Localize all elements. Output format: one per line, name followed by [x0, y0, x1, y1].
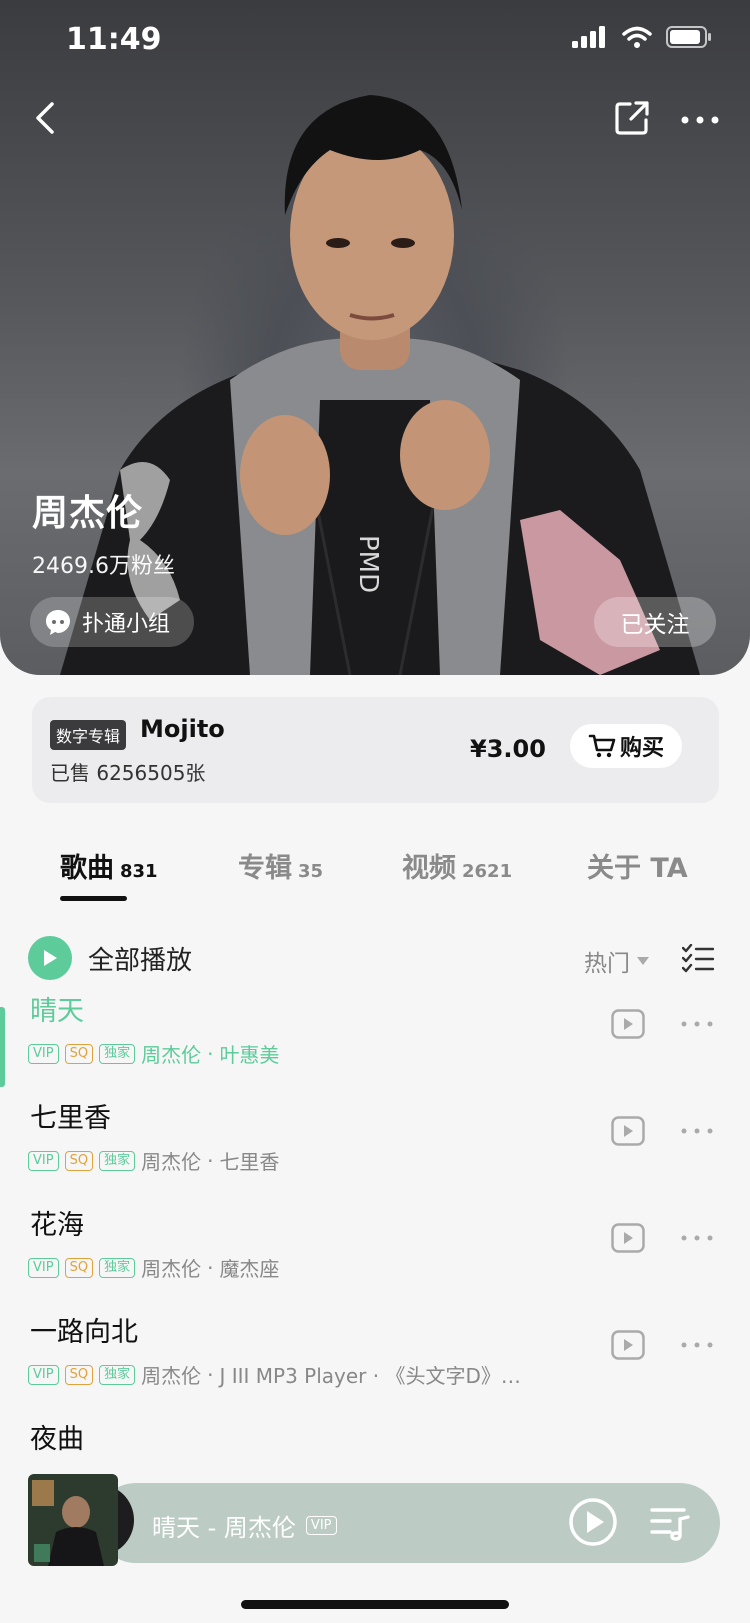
- sq-badge: SQ: [64, 1364, 94, 1385]
- battery-icon: [666, 26, 711, 48]
- more-options-icon[interactable]: [680, 110, 720, 130]
- separator-dot: ·: [207, 1148, 214, 1173]
- mini-vip-badge: VIP: [305, 1516, 337, 1535]
- followed-button[interactable]: 已关注: [594, 597, 716, 647]
- song-title: 夜曲: [30, 1424, 84, 1455]
- song-title: 七里香: [30, 1103, 111, 1134]
- album-sold-count: 已售 6256505张: [50, 761, 206, 785]
- cart-icon: [588, 734, 616, 758]
- share-icon[interactable]: [614, 100, 650, 136]
- tab-albums[interactable]: 专辑 35: [238, 846, 323, 885]
- song-more-icon[interactable]: [680, 1233, 714, 1243]
- buy-label: 购买: [619, 736, 664, 761]
- tab-about[interactable]: 关于 TA: [587, 846, 688, 885]
- vip-badge: VIP: [28, 1043, 59, 1064]
- tab-label: 歌曲: [60, 853, 114, 884]
- back-arrow-icon[interactable]: [30, 98, 60, 138]
- song-artist: 周杰伦: [141, 1150, 202, 1174]
- song-row[interactable]: 一路向北 VIP SQ 独家 周杰伦 · J III MP3 Player · …: [0, 1304, 750, 1404]
- status-time: 11:49: [66, 22, 162, 57]
- home-indicator[interactable]: [241, 1600, 509, 1609]
- play-all-circle: [28, 936, 72, 980]
- song-row[interactable]: 花海 VIP SQ 独家 周杰伦 · 魔杰座: [0, 1197, 750, 1297]
- song-artist: 周杰伦: [141, 1043, 202, 1067]
- mv-play-icon[interactable]: [611, 1330, 645, 1360]
- fan-group-button[interactable]: 扑通小组: [30, 597, 195, 647]
- chat-bubble-icon: [46, 610, 70, 635]
- album-price: ¥3.00: [470, 735, 546, 763]
- exclusive-badge: 独家: [99, 1150, 136, 1171]
- song-title: 晴天: [30, 996, 84, 1027]
- status-bar: 11:49: [0, 0, 750, 80]
- song-artist: 周杰伦: [141, 1364, 202, 1388]
- song-row[interactable]: 夜曲: [0, 1411, 750, 1481]
- digital-album-card[interactable]: 数字专辑 Mojito 已售 6256505张 ¥3.00 购买: [32, 697, 719, 803]
- followed-label: 已关注: [620, 612, 690, 638]
- song-more-icon[interactable]: [680, 1019, 714, 1029]
- tab-count: 831: [120, 861, 158, 882]
- tab-videos[interactable]: 视频 2621: [402, 846, 512, 885]
- separator-dot: ·: [207, 1362, 214, 1387]
- mini-player-title-wrap: 晴天 - 周杰伦 VIP: [152, 1508, 337, 1543]
- mv-play-icon[interactable]: [611, 1009, 645, 1039]
- song-album: J III MP3 Player · 《头文字D》…: [219, 1364, 521, 1388]
- mini-play-button-icon[interactable]: [568, 1497, 618, 1547]
- play-all-button[interactable]: 全部播放: [28, 936, 192, 980]
- fan-group-label: 扑通小组: [82, 612, 171, 637]
- song-album: 七里香: [219, 1150, 280, 1174]
- separator-dot: ·: [207, 1255, 214, 1280]
- multi-select-icon[interactable]: [682, 944, 714, 974]
- caret-down-icon: [637, 957, 649, 965]
- mini-player-cover[interactable]: [28, 1474, 134, 1566]
- exclusive-badge: 独家: [99, 1043, 136, 1064]
- mv-play-icon[interactable]: [611, 1116, 645, 1146]
- sq-badge: SQ: [64, 1150, 94, 1171]
- song-album: 叶惠美: [219, 1043, 280, 1067]
- song-more-icon[interactable]: [680, 1340, 714, 1350]
- vip-badge: VIP: [28, 1257, 59, 1278]
- play-all-label: 全部播放: [88, 945, 193, 976]
- tab-label: 关于 TA: [587, 853, 688, 884]
- album-name: Mojito: [140, 715, 225, 743]
- vip-badge: VIP: [28, 1364, 59, 1385]
- song-artist: 周杰伦: [141, 1257, 202, 1281]
- song-title: 一路向北: [30, 1317, 138, 1348]
- tab-songs[interactable]: 歌曲 831: [60, 846, 158, 885]
- exclusive-badge: 独家: [99, 1364, 136, 1385]
- wifi-icon: [622, 26, 652, 48]
- sq-badge: SQ: [64, 1257, 94, 1278]
- buy-button[interactable]: 购买: [570, 724, 682, 768]
- song-title: 花海: [30, 1210, 84, 1241]
- svg-text:PMD: PMD: [353, 535, 383, 593]
- sq-badge: SQ: [64, 1043, 94, 1064]
- tab-label: 专辑: [238, 853, 292, 884]
- sort-dropdown[interactable]: 热门: [584, 944, 650, 978]
- tab-count: 35: [298, 861, 324, 882]
- song-more-icon[interactable]: [680, 1126, 714, 1136]
- tab-count: 2621: [462, 861, 513, 882]
- digital-album-tag: 数字专辑: [50, 720, 127, 750]
- song-row[interactable]: 晴天 VIP SQ 独家 周杰伦 · 叶惠美: [0, 983, 750, 1083]
- vip-badge: VIP: [28, 1150, 59, 1171]
- sort-label: 热门: [584, 951, 630, 977]
- mv-play-icon[interactable]: [611, 1223, 645, 1253]
- exclusive-badge: 独家: [99, 1257, 136, 1278]
- song-album: 魔杰座: [219, 1257, 280, 1281]
- song-row[interactable]: 七里香 VIP SQ 独家 周杰伦 · 七里香: [0, 1090, 750, 1190]
- active-tab-indicator: [60, 896, 127, 901]
- play-icon: [44, 950, 57, 966]
- tab-label: 视频: [402, 853, 456, 884]
- playlist-icon[interactable]: [650, 1505, 690, 1541]
- mini-player-title: 晴天 - 周杰伦: [152, 1514, 296, 1542]
- artist-tabs: 歌曲 831 专辑 35 视频 2621 关于 TA: [0, 846, 750, 896]
- separator-dot: ·: [207, 1041, 214, 1066]
- fan-count: 2469.6万粉丝: [32, 554, 175, 579]
- artist-name: 周杰伦: [32, 493, 144, 534]
- signal-icon: [572, 26, 605, 48]
